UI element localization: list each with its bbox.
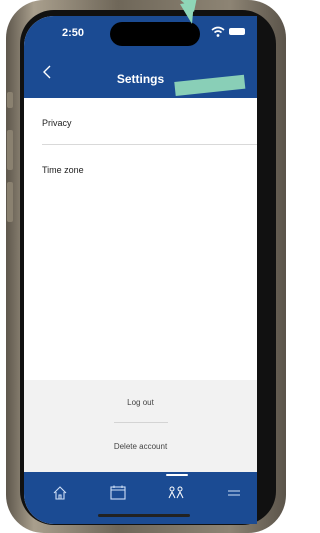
settings-item-label: Privacy [42,118,72,128]
status-bar: 2:50 [24,16,257,50]
home-indicator [98,514,190,517]
delete-account-button[interactable]: Delete account [24,442,257,451]
status-time: 2:50 [62,27,85,39]
settings-divider [42,144,257,145]
volume-up-button [7,130,13,170]
settings-item-privacy[interactable]: Privacy [24,98,257,145]
home-icon[interactable] [51,484,69,502]
settings-item-label: Time zone [42,165,84,175]
volume-down-button [7,182,13,222]
calendar-icon[interactable] [109,484,127,502]
settings-list: Privacy Time zone [24,98,257,192]
active-tab-indicator [166,474,188,476]
menu-icon[interactable] [225,484,243,502]
footer-divider [114,422,168,423]
annotation-arrow-icon [180,0,197,24]
people-icon[interactable] [167,484,185,502]
mute-switch [7,92,13,108]
battery-icon [229,28,245,35]
wifi-icon [211,26,225,37]
account-actions: Log out Delete account [24,380,257,472]
app-screen: 2:50 Settings Privacy Time zone Log out … [24,16,257,524]
logout-button[interactable]: Log out [24,398,257,407]
settings-item-time-zone[interactable]: Time zone [24,145,257,192]
